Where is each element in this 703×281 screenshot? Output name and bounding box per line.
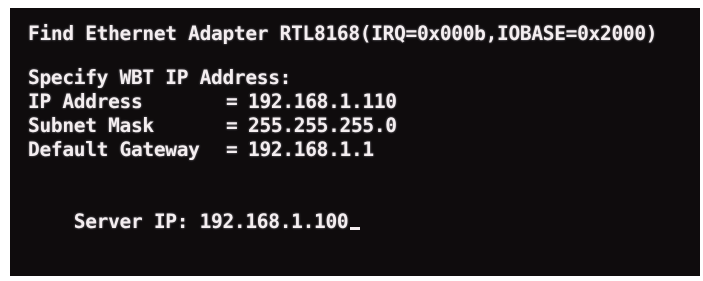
server-ip-row[interactable]: Server IP: 192.168.1.100 — [28, 186, 700, 233]
server-ip-prompt: Server IP: — [73, 210, 200, 233]
ip-address-value: 192.168.1.110 — [248, 90, 397, 113]
default-gateway-row: Default Gateway = 192.168.1.1 — [28, 138, 700, 162]
default-gateway-label: Default Gateway — [28, 138, 200, 161]
subnet-mask-label: Subnet Mask — [28, 114, 154, 137]
ip-address-label: IP Address — [28, 90, 143, 113]
specify-heading: Specify WBT IP Address: — [28, 66, 292, 89]
equals-sign: = — [226, 114, 238, 137]
ip-address-row: IP Address = 192.168.1.110 — [28, 90, 700, 114]
equals-sign: = — [226, 138, 238, 161]
default-gateway-value: 192.168.1.1 — [248, 138, 374, 161]
subnet-mask-row: Subnet Mask = 255.255.255.0 — [28, 114, 700, 138]
text-cursor — [350, 227, 361, 230]
console-screen: Find Ethernet Adapter RTL8168(IRQ=0x000b… — [10, 8, 700, 276]
equals-sign: = — [226, 90, 238, 113]
adapter-detect-line: Find Ethernet Adapter RTL8168(IRQ=0x000b… — [28, 22, 658, 45]
subnet-mask-value: 255.255.255.0 — [248, 114, 397, 137]
server-ip-input[interactable]: 192.168.1.100 — [200, 210, 349, 234]
